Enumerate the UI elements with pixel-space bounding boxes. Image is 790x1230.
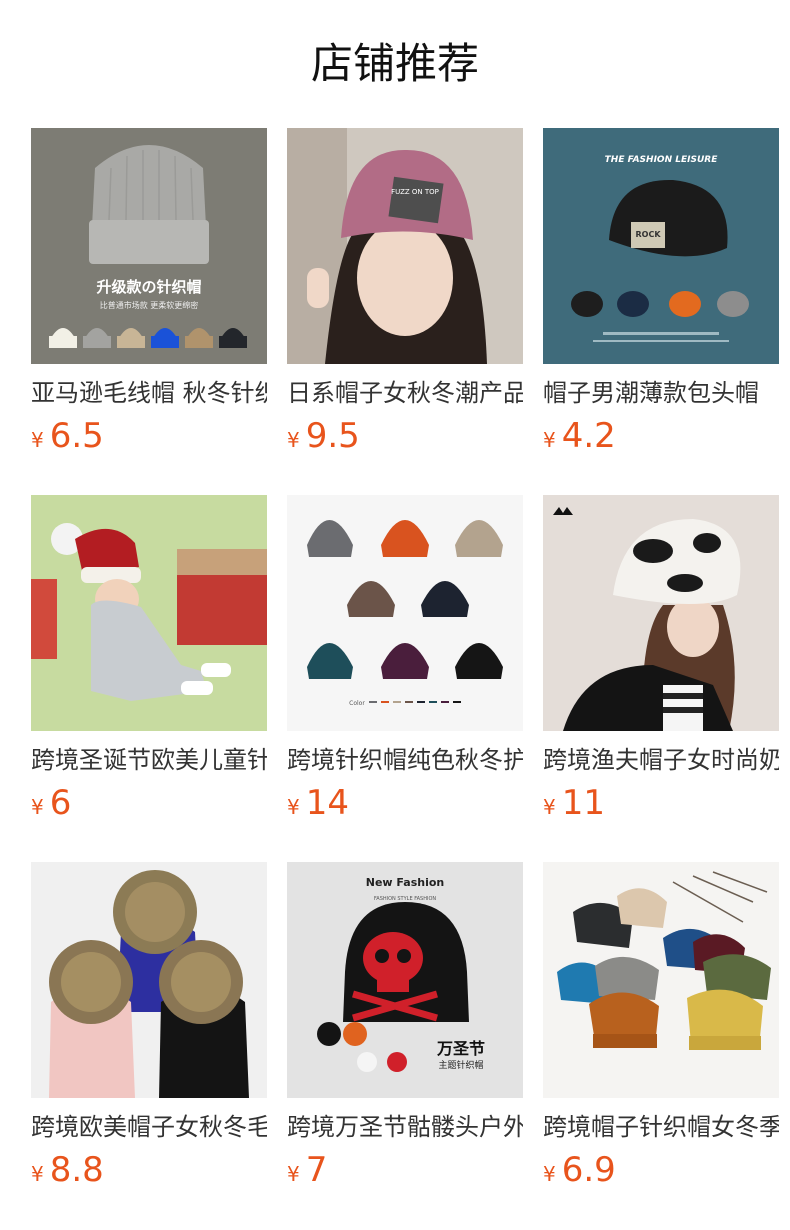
product-price: ¥6.5 — [31, 414, 267, 458]
product-image[interactable] — [31, 495, 267, 731]
product-price: ¥11 — [543, 781, 779, 825]
price-amount: 8.8 — [49, 1150, 104, 1190]
price-amount: 7 — [305, 1150, 328, 1190]
product-price: ¥6.9 — [543, 1148, 779, 1192]
product-card[interactable]: 跨境帽子针织帽女冬季 ¥6.9 — [543, 862, 779, 1192]
product-grid: 升级款の针织帽 比普通市场款 更柔软更绵密 亚马逊毛线帽 秋冬针织帽 ¥6.5 — [0, 0, 790, 1230]
gray-beanie-image: 升级款の针织帽 比普通市场款 更柔软更绵密 — [31, 128, 267, 364]
currency-symbol: ¥ — [31, 1162, 44, 1186]
image-headline: New Fashion — [366, 876, 445, 889]
product-card[interactable]: 跨境圣诞节欧美儿童针织帽 ¥6 — [31, 495, 267, 825]
product-image[interactable] — [543, 495, 779, 731]
pink-beanie-model-image: FUZZ ON TOP — [287, 128, 523, 364]
currency-symbol: ¥ — [543, 795, 556, 819]
knit-beanies-pile-image — [543, 862, 779, 1098]
price-amount: 9.5 — [305, 416, 360, 456]
product-image[interactable]: Color — [287, 495, 523, 731]
image-headline: 升级款の针织帽 — [96, 278, 201, 296]
product-card[interactable]: 跨境欧美帽子女秋冬毛球帽 ¥8.8 — [31, 862, 267, 1192]
product-card[interactable]: THE FASHION LEISURE ROCK 帽子男潮薄款包头帽 ¥4.2 — [543, 128, 779, 458]
product-name[interactable]: 帽子男潮薄款包头帽 — [543, 376, 779, 410]
product-image[interactable]: New Fashion FASHION STYLE FASHION 万圣节 主题… — [287, 862, 523, 1098]
product-name[interactable]: 日系帽子女秋冬潮产品 — [287, 376, 523, 410]
image-label: ROCK — [635, 230, 661, 239]
cow-print-bucket-hat-image — [543, 495, 779, 731]
pompom-beanies-image — [31, 862, 267, 1098]
product-price: ¥9.5 — [287, 414, 523, 458]
image-headline: THE FASHION LEISURE — [605, 155, 719, 165]
image-label-2: 主题针织帽 — [438, 1059, 483, 1071]
product-price: ¥6 — [31, 781, 267, 825]
price-amount: 4.2 — [561, 416, 616, 456]
product-image[interactable]: 升级款の针织帽 比普通市场款 更柔软更绵密 — [31, 128, 267, 364]
currency-symbol: ¥ — [543, 428, 556, 452]
product-price: ¥8.8 — [31, 1148, 267, 1192]
price-amount: 6.9 — [561, 1150, 616, 1190]
christmas-kid-hat-image — [31, 495, 267, 731]
image-subtext: 比普通市场款 更柔软更绵密 — [100, 300, 199, 310]
product-price: ¥4.2 — [543, 414, 779, 458]
product-image[interactable] — [31, 862, 267, 1098]
product-card[interactable]: Color 跨境针织帽纯色秋冬护耳帽 ¥14 — [287, 495, 523, 825]
price-amount: 6 — [49, 783, 72, 823]
product-name[interactable]: 亚马逊毛线帽 秋冬针织帽 — [31, 376, 267, 410]
product-image[interactable]: THE FASHION LEISURE ROCK — [543, 128, 779, 364]
product-price: ¥14 — [287, 781, 523, 825]
black-slouch-hat-image: THE FASHION LEISURE ROCK — [543, 128, 779, 364]
product-name[interactable]: 跨境圣诞节欧美儿童针织帽 — [31, 743, 267, 777]
product-image[interactable] — [543, 862, 779, 1098]
product-name[interactable]: 跨境帽子针织帽女冬季 — [543, 1110, 779, 1144]
product-name[interactable]: 跨境针织帽纯色秋冬护耳帽 — [287, 743, 523, 777]
currency-symbol: ¥ — [31, 795, 44, 819]
product-card[interactable]: 升级款の针织帽 比普通市场款 更柔软更绵密 亚马逊毛线帽 秋冬针织帽 ¥6.5 — [31, 128, 267, 458]
image-label: 万圣节 — [436, 1039, 485, 1058]
product-name[interactable]: 跨境万圣节骷髅头户外帽 — [287, 1110, 523, 1144]
image-label: FUZZ ON TOP — [391, 188, 439, 196]
currency-symbol: ¥ — [287, 1162, 300, 1186]
product-card[interactable]: New Fashion FASHION STYLE FASHION 万圣节 主题… — [287, 862, 523, 1192]
currency-symbol: ¥ — [287, 795, 300, 819]
earflap-beanies-image: Color — [287, 495, 523, 731]
price-amount: 14 — [305, 783, 349, 823]
product-name[interactable]: 跨境欧美帽子女秋冬毛球帽 — [31, 1110, 267, 1144]
image-label: Color — [349, 700, 365, 707]
skull-beanie-image: New Fashion FASHION STYLE FASHION 万圣节 主题… — [287, 862, 523, 1098]
currency-symbol: ¥ — [287, 428, 300, 452]
product-image[interactable]: FUZZ ON TOP — [287, 128, 523, 364]
product-price: ¥7 — [287, 1148, 523, 1192]
product-card[interactable]: 跨境渔夫帽子女时尚奶牛纹 ¥11 — [543, 495, 779, 825]
product-name[interactable]: 跨境渔夫帽子女时尚奶牛纹 — [543, 743, 779, 777]
currency-symbol: ¥ — [31, 428, 44, 452]
currency-symbol: ¥ — [543, 1162, 556, 1186]
price-amount: 11 — [561, 783, 605, 823]
image-subtext: FASHION STYLE FASHION — [374, 896, 437, 902]
price-amount: 6.5 — [49, 416, 104, 456]
product-card[interactable]: FUZZ ON TOP 日系帽子女秋冬潮产品 ¥9.5 — [287, 128, 523, 458]
